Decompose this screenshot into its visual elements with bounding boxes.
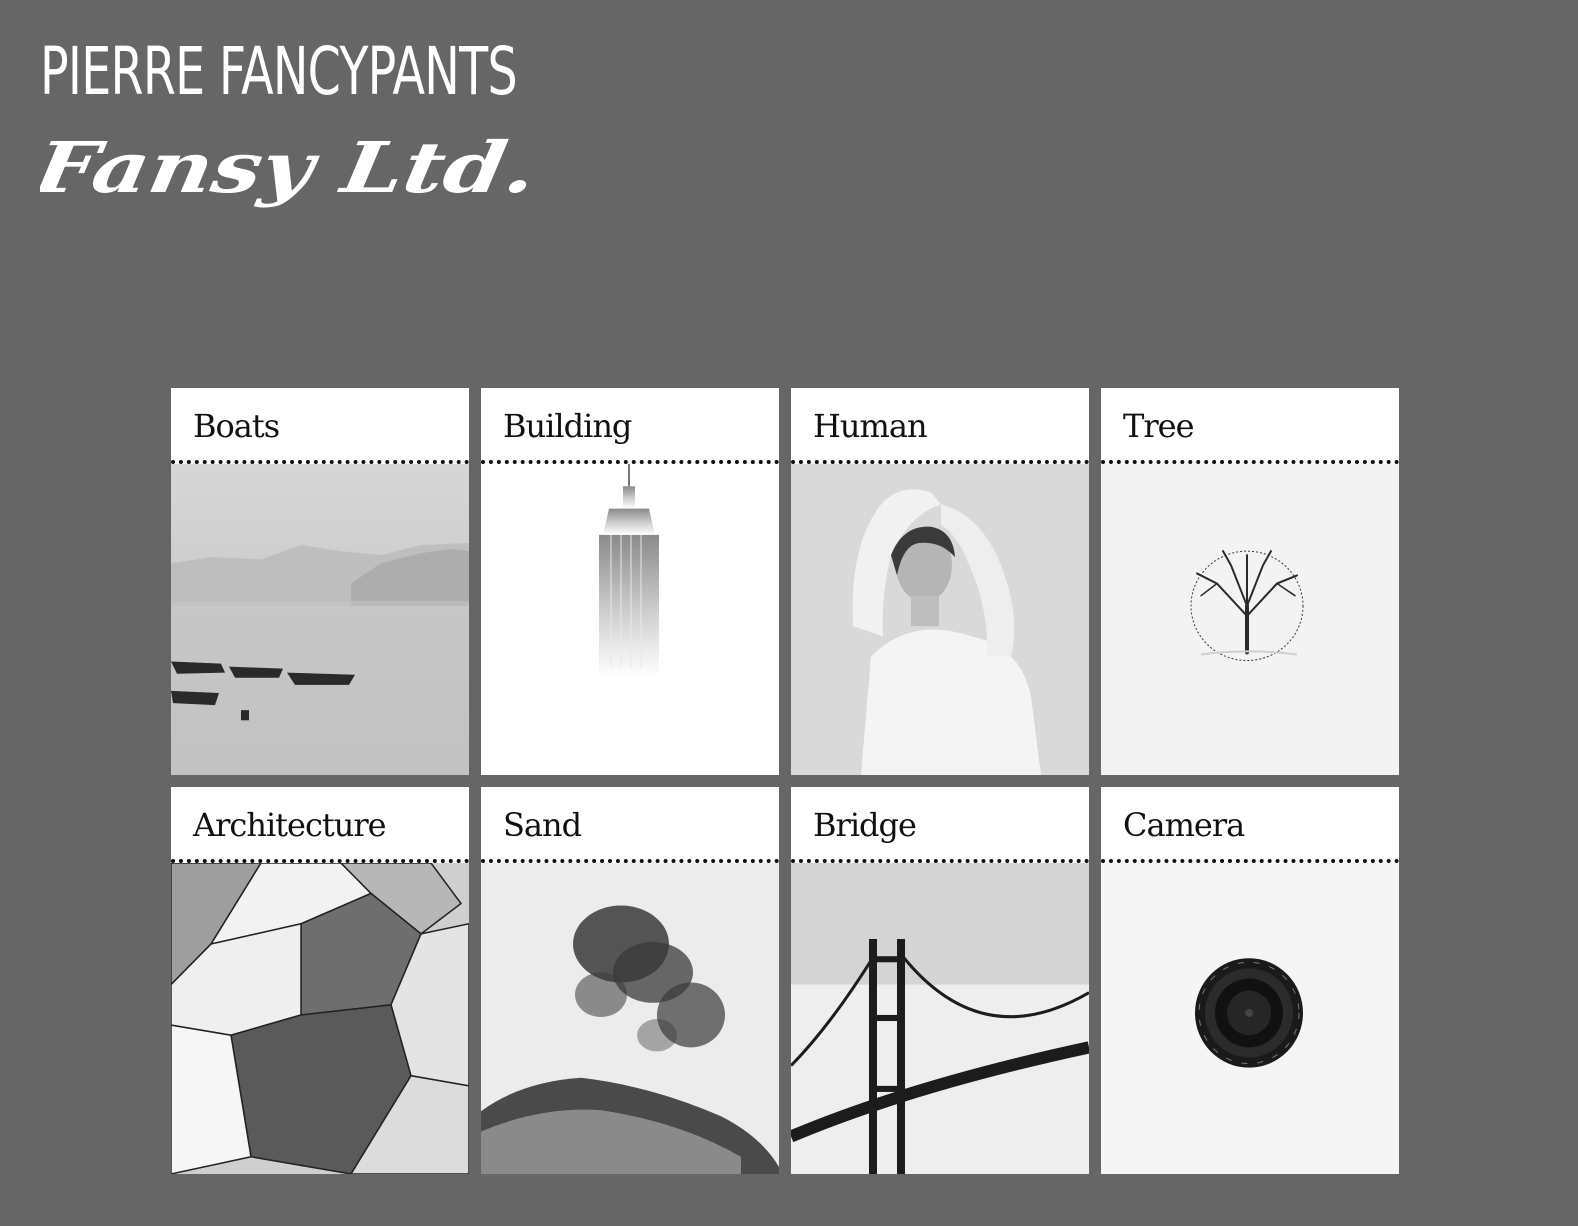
brand-logo: Fansy Ltd. xyxy=(40,134,543,209)
bridge-photo xyxy=(791,863,1089,1174)
building-photo xyxy=(481,464,779,775)
gallery-card-sand[interactable]: Sand xyxy=(481,787,779,1174)
human-photo xyxy=(791,464,1089,775)
card-title: Architecture xyxy=(171,787,469,863)
card-title: Human xyxy=(791,388,1089,464)
gallery-card-boats[interactable]: Boats xyxy=(171,388,469,775)
card-title: Sand xyxy=(481,787,779,863)
gallery-card-building[interactable]: Building xyxy=(481,388,779,775)
card-title: Camera xyxy=(1101,787,1399,863)
site-header: PIERRE FANCYPANTS Fansy Ltd. xyxy=(40,34,702,214)
architecture-photo xyxy=(171,863,469,1174)
gallery-card-camera[interactable]: Camera xyxy=(1101,787,1399,1174)
gallery-card-bridge[interactable]: Bridge xyxy=(791,787,1089,1174)
photo-gallery: Boats Building Human Tree Architecture S… xyxy=(171,388,1399,1174)
camera-photo xyxy=(1101,863,1399,1174)
card-title: Building xyxy=(481,388,779,464)
tree-photo xyxy=(1101,464,1399,775)
site-name: PIERRE FANCYPANTS xyxy=(40,33,518,110)
gallery-card-tree[interactable]: Tree xyxy=(1101,388,1399,775)
svg-text:Fansy Ltd.: Fansy Ltd. xyxy=(40,134,543,209)
gallery-card-architecture[interactable]: Architecture xyxy=(171,787,469,1174)
boats-photo xyxy=(171,464,469,775)
card-title: Tree xyxy=(1101,388,1399,464)
gallery-card-human[interactable]: Human xyxy=(791,388,1089,775)
sand-photo xyxy=(481,863,779,1174)
card-title: Boats xyxy=(171,388,469,464)
card-title: Bridge xyxy=(791,787,1089,863)
